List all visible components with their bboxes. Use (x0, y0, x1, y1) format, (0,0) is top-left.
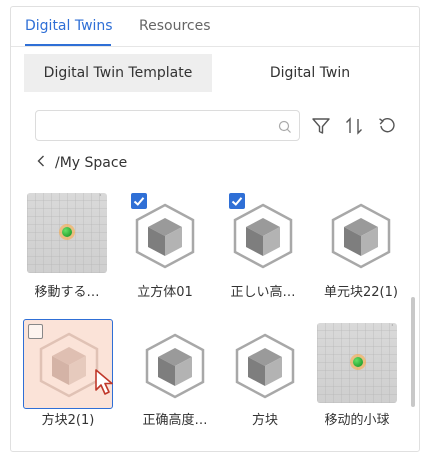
cube-icon (327, 201, 395, 275)
back-chevron-icon[interactable] (37, 155, 45, 171)
item-label: 方块 (251, 413, 278, 428)
grid-item-card[interactable] (321, 193, 401, 273)
cube-icon (131, 201, 199, 275)
search-input[interactable] (44, 115, 278, 138)
item-label: 移动的小球 (324, 413, 390, 428)
sphere-object (353, 357, 363, 367)
refresh-icon[interactable] (377, 116, 397, 140)
grid-item-card[interactable]: · (317, 321, 397, 403)
segment-label: Digital Twin Template (43, 65, 193, 81)
breadcrumb-path[interactable]: /My Space (55, 155, 127, 171)
grid-item-card[interactable]: · (27, 191, 107, 273)
item-label: 正确高度… (142, 413, 208, 428)
item-label: 方块2(1) (41, 413, 95, 428)
checkbox-unchecked[interactable] (28, 324, 43, 339)
checkbox-checked[interactable] (229, 193, 245, 209)
segment-digital-twin-template[interactable]: Digital Twin Template (24, 54, 212, 92)
breadcrumb: /My Space (37, 155, 127, 171)
item-label: 正しい高… (230, 285, 296, 300)
search-box[interactable] (35, 110, 300, 141)
checkbox-checked[interactable] (131, 193, 147, 209)
vertical-scrollbar[interactable] (411, 297, 415, 407)
cube-icon (35, 330, 103, 404)
sort-icon[interactable] (344, 116, 366, 140)
sphere-object (62, 227, 72, 237)
tab-resources[interactable]: Resources (139, 18, 211, 34)
cube-icon (141, 331, 209, 405)
segment-label: Digital Twin (269, 65, 351, 81)
cube-icon (229, 201, 297, 275)
tab-digital-twins[interactable]: Digital Twins (25, 18, 113, 34)
search-icon[interactable] (278, 119, 292, 138)
corner-mark: · (99, 191, 102, 200)
grid-item-card[interactable] (125, 193, 205, 273)
segment-digital-twin[interactable]: Digital Twin (212, 54, 408, 92)
mouse-cursor-icon (94, 368, 120, 402)
item-label: 立方体01 (137, 285, 193, 300)
filter-icon[interactable] (311, 116, 331, 140)
item-label: 移動する… (34, 285, 100, 300)
corner-mark: · (391, 321, 394, 330)
grid-item-card[interactable] (135, 325, 215, 405)
grid-item-card-selected[interactable] (23, 319, 113, 409)
item-label: 单元块22(1) (324, 285, 398, 300)
digital-twin-panel: Digital Twins Resources Digital Twin Tem… (10, 6, 420, 452)
grid-item-card[interactable] (223, 193, 303, 273)
grid-item-card[interactable] (225, 325, 305, 405)
cube-icon (231, 331, 299, 405)
active-tab-indicator (25, 44, 111, 46)
tab-bar: Digital Twins Resources (11, 7, 419, 47)
